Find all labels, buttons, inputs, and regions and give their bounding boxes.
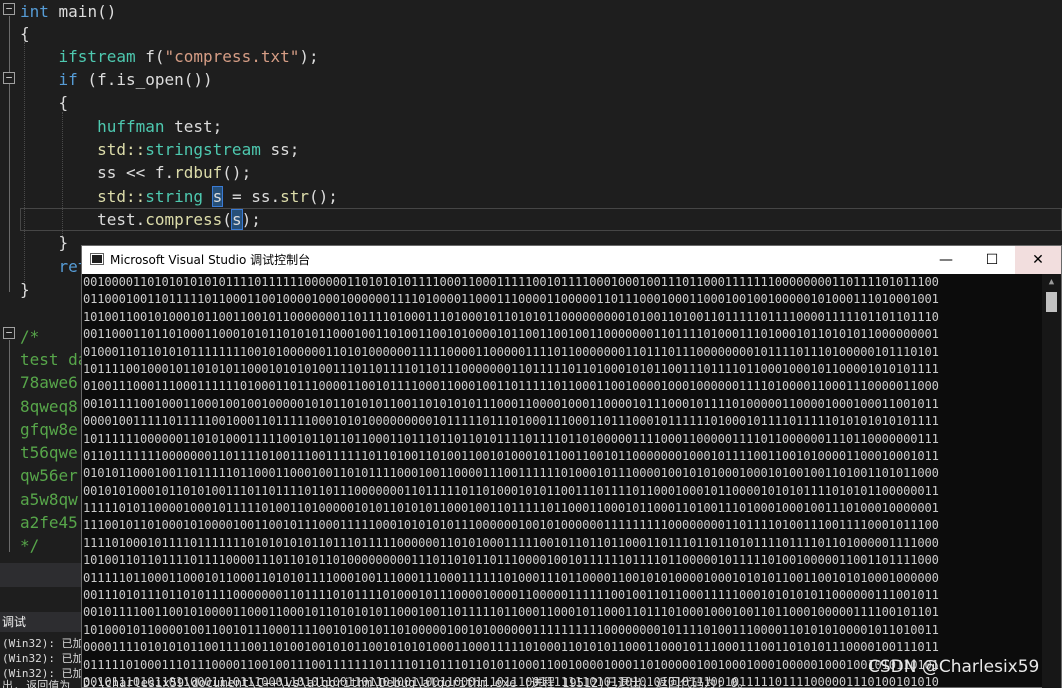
console-line: 1111010001011110111111101010101011011101… bbox=[83, 535, 939, 550]
console-line: 1111101011000010001011111010011010000010… bbox=[83, 501, 939, 516]
code-line-if-close: } bbox=[58, 233, 69, 252]
console-line: 1110010110100010100001001100101110001111… bbox=[83, 518, 939, 533]
console-app-icon bbox=[90, 253, 104, 265]
code-line-compress: test.compress(s); bbox=[97, 209, 261, 230]
code-line-comment: test da bbox=[20, 350, 88, 369]
code-line-comment: 8qweq8 bbox=[20, 397, 78, 416]
code-line-comment: qw56er bbox=[20, 466, 78, 485]
console-line: 0101011000100110111110110001100010011010… bbox=[83, 466, 939, 481]
scroll-up-arrow-icon[interactable]: ▲ bbox=[1042, 274, 1061, 291]
close-button[interactable]: ✕ bbox=[1015, 246, 1061, 274]
code-line-huffman: huffman test; bbox=[97, 117, 223, 136]
editor-horizontal-scrollbar[interactable] bbox=[0, 563, 82, 587]
console-line: 0100011011010101111111100101000000110101… bbox=[83, 344, 939, 359]
minus-fold-icon[interactable]: − bbox=[3, 3, 15, 15]
maximize-button[interactable]: ☐ bbox=[969, 246, 1015, 274]
code-line-ifstream: ifstream f("compress.txt"); bbox=[58, 47, 319, 66]
console-line: 1011111100000011010100011111001011011011… bbox=[83, 431, 939, 446]
code-line-comment: a5w8qw bbox=[20, 490, 78, 509]
console-vertical-scrollbar[interactable]: ▲ bbox=[1042, 274, 1061, 688]
code-line-comment: a2fe45 bbox=[20, 513, 78, 532]
code-line-close-brace: } bbox=[20, 280, 30, 299]
output-line: (Win32): 已加 bbox=[2, 652, 84, 665]
console-line: 0011000110110100011000101011010101100010… bbox=[83, 327, 939, 342]
code-line-if: if (f.is_open()) bbox=[58, 70, 213, 89]
fold-guide-line bbox=[9, 340, 10, 552]
code-line-comment: 78awe6 bbox=[20, 373, 78, 392]
code-line-open-brace: { bbox=[20, 24, 30, 43]
minus-fold-icon[interactable]: − bbox=[3, 327, 15, 339]
output-panel-title: 调试 bbox=[0, 612, 82, 632]
output-status-line: D:\charlesix59\document\C++\vs\algorithm… bbox=[83, 676, 750, 688]
console-line: 0010101000101101010011101101111011011100… bbox=[83, 483, 939, 498]
code-line-stringstream: std::stringstream ss; bbox=[97, 140, 300, 159]
console-output: 0010000110101010101011110111111000000110… bbox=[82, 274, 1042, 688]
console-line: 1010011011011110111100001110110101101000… bbox=[83, 553, 939, 568]
code-line-comment: gfqw8e bbox=[20, 420, 78, 439]
code-line-return: ret bbox=[58, 257, 88, 276]
scrollbar-thumb[interactable] bbox=[1046, 292, 1057, 312]
code-line-main: int main() bbox=[20, 2, 117, 21]
code-line-comment-end: */ bbox=[20, 536, 40, 555]
console-line: 1010011001010001011001100101100000001101… bbox=[83, 309, 939, 324]
console-line: 0010000110101010101011110111111000000110… bbox=[83, 275, 939, 289]
minus-fold-icon[interactable]: − bbox=[3, 72, 15, 84]
console-line: 0110001001101111101100011001000010001000… bbox=[83, 292, 939, 307]
console-line: 0110111111100000001101111010011100111111… bbox=[83, 448, 939, 463]
fold-guide-line bbox=[9, 16, 10, 292]
console-line: 1010001011000010011001011100011110010100… bbox=[83, 622, 939, 637]
console-line: 0111110110001100010110001101010111100010… bbox=[83, 570, 939, 585]
console-line: 0010111100100011000100100100000101011010… bbox=[83, 396, 939, 411]
code-line-string-s: std::string s = ss.str(); bbox=[97, 186, 338, 207]
console-title: Microsoft Visual Studio 调试控制台 bbox=[110, 253, 311, 267]
code-line-if-brace: { bbox=[58, 93, 69, 112]
console-line: 0011101011101101011110000000110111101011… bbox=[83, 588, 939, 603]
debug-console-window[interactable]: Microsoft Visual Studio 调试控制台 — ☐ ✕ 0010… bbox=[81, 245, 1062, 688]
console-line: 0100111000111000111111010001101110000110… bbox=[83, 379, 939, 394]
code-line-rdbuf: ss << f.rdbuf(); bbox=[97, 163, 252, 182]
watermark: CSDN @Charlesix59 bbox=[868, 657, 1040, 677]
console-line: 0000111101010101100111100110100100101011… bbox=[83, 640, 939, 655]
console-line: 1011110010001011010101100010101010011101… bbox=[83, 361, 939, 376]
console-line: 0000100111110111110010001101111100010101… bbox=[83, 414, 939, 429]
code-line-comment: t56qwe bbox=[20, 443, 78, 462]
output-line: 出, 返回值为 bbox=[2, 679, 71, 688]
output-line: (Win32): 已加 bbox=[2, 637, 84, 650]
console-title-bar[interactable]: Microsoft Visual Studio 调试控制台 — ☐ ✕ bbox=[82, 246, 1061, 274]
code-line-comment-start: /* bbox=[20, 327, 40, 346]
minimize-button[interactable]: — bbox=[923, 246, 969, 274]
console-line: 0010111100110010100001100011000101101010… bbox=[83, 605, 939, 620]
